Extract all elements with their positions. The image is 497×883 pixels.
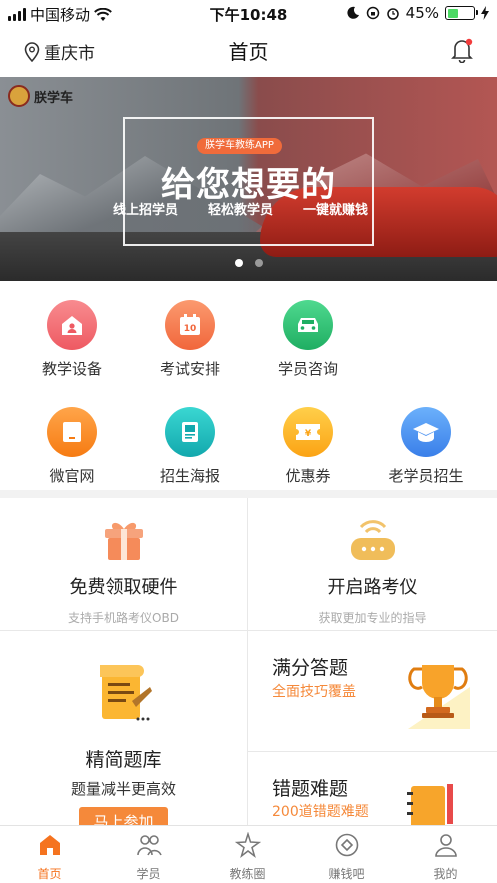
grid-item-teaching-equipment[interactable]: 教学设备 bbox=[10, 300, 134, 379]
grid-item-label: 微官网 bbox=[49, 467, 95, 485]
promo-title: 免费领取硬件 bbox=[69, 577, 178, 598]
coupon-icon: ¥ bbox=[283, 407, 333, 457]
tab-coach-circle[interactable]: 教练圈 bbox=[198, 831, 297, 882]
grid-item-label: 招生海报 bbox=[159, 467, 220, 485]
promo-subtitle: 全面技巧覆盖 bbox=[272, 684, 356, 700]
promo-banner[interactable]: 朕学车 朕学车教练APP 给您想要的 线上招学员 轻松教学员 一键就赚钱 bbox=[0, 77, 497, 281]
section-divider bbox=[0, 490, 497, 498]
svg-text:¥: ¥ bbox=[305, 429, 312, 439]
brand-logo-icon bbox=[8, 85, 30, 107]
promo-title: 错题难题 bbox=[272, 778, 349, 800]
banner-sub: 一键就赚钱 bbox=[303, 203, 369, 218]
notebook-icon bbox=[407, 784, 453, 826]
brand-name: 朕学车 bbox=[34, 90, 74, 106]
grid-item-label: 考试安排 bbox=[159, 360, 220, 378]
promo-subtitle: 支持手机路考仪OBD bbox=[68, 611, 179, 625]
banner-sub: 线上招学员 bbox=[113, 203, 179, 218]
battery-percent: 45% bbox=[405, 4, 439, 22]
grid-item-student-consult[interactable]: 学员咨询 bbox=[246, 300, 370, 379]
tab-label: 教练圈 bbox=[229, 867, 266, 881]
tab-bar: 首页 学员 教练圈 赚钱吧 我的 bbox=[0, 825, 497, 883]
grid-item-label: 老学员招生 bbox=[388, 467, 464, 485]
grid-item-label: 优惠券 bbox=[285, 467, 331, 485]
gift-icon bbox=[104, 522, 143, 560]
tab-home[interactable]: 首页 bbox=[0, 832, 99, 882]
profile-icon bbox=[434, 834, 457, 857]
carousel-dot[interactable] bbox=[254, 259, 263, 267]
status-bar: 中国移动 下午10:48 45% bbox=[0, 0, 497, 26]
home-icon bbox=[39, 835, 60, 855]
grid-item-enroll-poster[interactable]: 招生海报 bbox=[128, 407, 252, 486]
scroll-icon bbox=[99, 665, 152, 721]
diamond-icon bbox=[335, 833, 358, 857]
tab-label: 学员 bbox=[136, 867, 161, 881]
poster-icon bbox=[165, 407, 215, 457]
charging-icon bbox=[481, 6, 489, 20]
tab-students[interactable]: 学员 bbox=[99, 832, 198, 882]
promo-subtitle: 题量减半更高效 bbox=[70, 780, 176, 798]
promo-route-device[interactable]: 开启路考仪 获取更加专业的指导 bbox=[248, 498, 497, 631]
promo-question-bank[interactable]: 精简题库 题量减半更高效 马上参加 bbox=[0, 631, 248, 836]
car-icon bbox=[283, 300, 333, 350]
sparkle-icon bbox=[234, 831, 261, 859]
grid-item-label: 教学设备 bbox=[41, 360, 102, 378]
promo-wrong-questions[interactable]: 错题难题 200道错题难题 bbox=[248, 752, 497, 826]
home-user-icon bbox=[47, 300, 97, 350]
grid-item-exam-schedule[interactable]: 10 考试安排 bbox=[128, 300, 252, 379]
tab-earn-money[interactable]: 赚钱吧 bbox=[297, 832, 396, 882]
promo-free-hardware[interactable]: 免费领取硬件 支持手机路考仪OBD bbox=[0, 498, 248, 631]
promo-subtitle: 200道错题难题 bbox=[272, 804, 369, 820]
rotation-lock-icon bbox=[366, 6, 379, 20]
students-icon bbox=[136, 835, 162, 856]
tablet-icon bbox=[47, 407, 97, 457]
alarm-icon bbox=[386, 8, 399, 20]
promo-title: 开启路考仪 bbox=[327, 577, 418, 598]
calendar-icon: 10 bbox=[165, 300, 215, 350]
grid-item-alumni-enroll[interactable]: 老学员招生 bbox=[364, 407, 488, 486]
carousel-dots[interactable] bbox=[0, 259, 497, 267]
graduation-cap-icon bbox=[401, 407, 451, 457]
page-title: 首页 bbox=[228, 40, 269, 64]
moon-icon bbox=[347, 6, 359, 19]
promo-full-score[interactable]: 满分答题 全面技巧覆盖 bbox=[248, 631, 497, 752]
grid-item-coupon[interactable]: ¥ 优惠券 bbox=[246, 407, 370, 486]
banner-sub: 轻松教学员 bbox=[208, 203, 274, 218]
notification-bell-icon[interactable] bbox=[449, 37, 475, 63]
carousel-dot[interactable] bbox=[234, 259, 243, 267]
tab-label: 赚钱吧 bbox=[328, 867, 365, 881]
svg-text:10: 10 bbox=[184, 324, 197, 334]
battery-icon bbox=[445, 6, 478, 20]
tab-label: 我的 bbox=[433, 867, 458, 881]
trophy-icon bbox=[408, 665, 470, 729]
promo-title: 精简题库 bbox=[85, 749, 162, 771]
banner-subtitles: 线上招学员 轻松教学员 一键就赚钱 bbox=[113, 199, 368, 218]
banner-pill: 朕学车教练APP bbox=[197, 138, 282, 154]
banner-brand: 朕学车 bbox=[8, 85, 73, 107]
tab-mine[interactable]: 我的 bbox=[396, 832, 495, 882]
nav-bar: 重庆市 首页 bbox=[0, 26, 497, 76]
tab-label: 首页 bbox=[37, 867, 62, 881]
grid-item-micro-site[interactable]: 微官网 bbox=[10, 407, 134, 486]
grid-item-label: 学员咨询 bbox=[277, 360, 338, 378]
home-page: 中国移动 下午10:48 45% 重庆市 首页 朕学车 朕学车教练APP 给您想… bbox=[0, 0, 497, 883]
obd-device-icon bbox=[350, 520, 395, 560]
promo-subtitle: 获取更加专业的指导 bbox=[318, 611, 427, 625]
promo-title: 满分答题 bbox=[272, 657, 349, 679]
